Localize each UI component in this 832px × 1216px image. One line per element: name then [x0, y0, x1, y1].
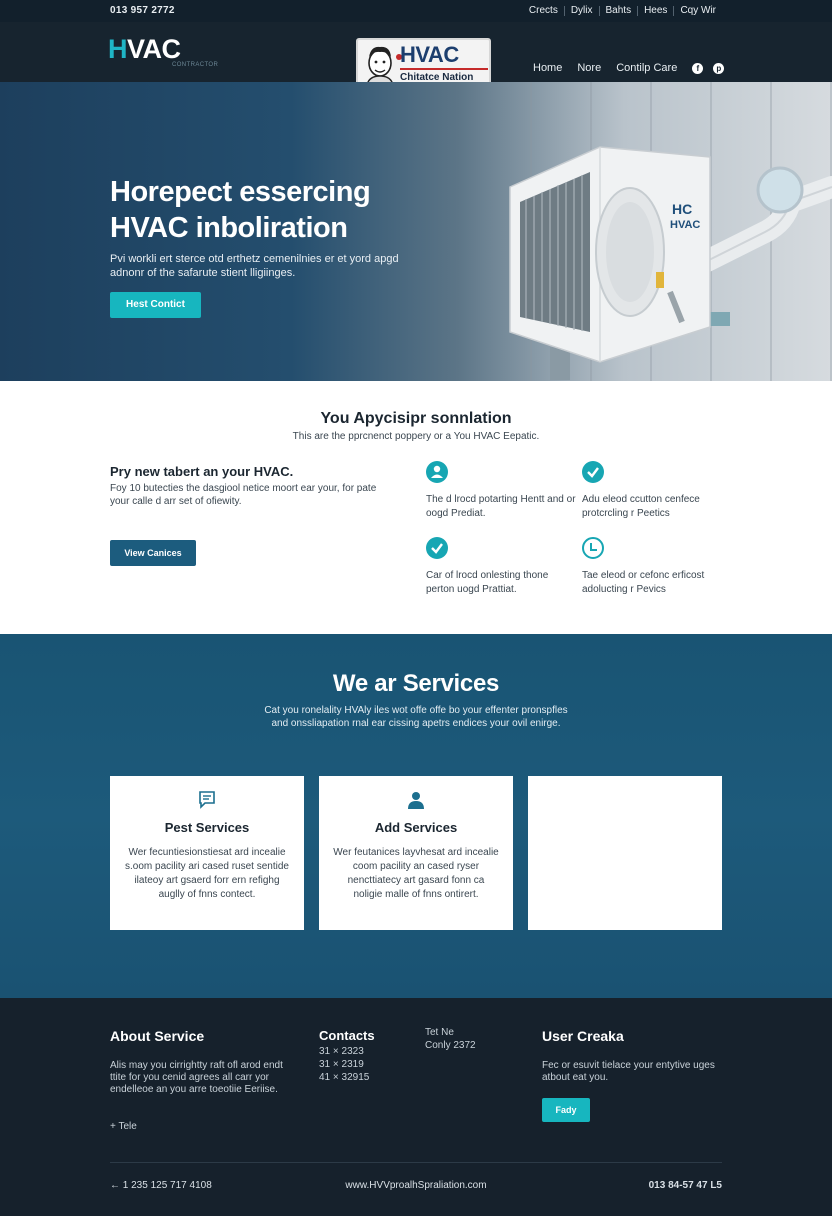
hero-heading: Horepect essercing HVAC inboliration: [110, 176, 371, 244]
footer-about-link-label: Tele: [118, 1121, 137, 1132]
top-link-5[interactable]: Cqy Wir: [674, 5, 722, 16]
hvac-unit-illustration: HC HVAC: [509, 146, 832, 380]
badge-title: HVAC: [400, 42, 459, 67]
main-nav: Home Nore Contilp Care f p: [533, 62, 734, 74]
feature-text: The d lrocd potarting Hentt and or oogd …: [426, 494, 576, 519]
top-utility-bar: 013 957 2772 Crects Dylix Bahts Hees Cqy…: [0, 0, 832, 22]
footer-contact-line[interactable]: 41 × 32915: [319, 1072, 369, 1084]
facebook-icon[interactable]: f: [692, 62, 704, 74]
clock-icon: [582, 537, 604, 559]
service-card[interactable]: Pest Services Wer fecuntiesionstiesat ar…: [110, 776, 304, 930]
badge-underline: [400, 68, 488, 70]
hero-contact-button[interactable]: Hest Contict: [110, 292, 201, 318]
unit-label-hc: HC: [672, 201, 692, 217]
services-title: We ar Services: [332, 670, 500, 697]
service-card-title: Add Services: [374, 820, 458, 835]
services-section: We ar Services Cat you ronelality HVAly …: [0, 634, 832, 998]
service-card-title: Pest Services: [164, 820, 250, 835]
mascot-face-icon: [366, 46, 394, 85]
feature-item: The d lrocd potarting Hentt and or oogd …: [426, 461, 576, 521]
footer-contacts-title: Contacts: [319, 1028, 375, 1043]
service-card-empty[interactable]: [528, 776, 722, 930]
hero-text: Pvi workli ert sterce otd erthetz cemeni…: [110, 253, 399, 279]
logo-text: VAC: [127, 34, 181, 64]
service-card-text: Wer fecuntiesionstiesat ard incealie s.o…: [125, 847, 289, 900]
feature-text: Tae eleod or cefonc erficost adolucting …: [582, 570, 705, 595]
footer-tel-text: Conly 2372: [425, 1040, 476, 1051]
solution-text: Foy 10 butecties the dasgiool netice moo…: [110, 483, 377, 507]
footer-ready-button[interactable]: Fady: [542, 1098, 590, 1122]
footer-about-link[interactable]: + Tele: [110, 1121, 137, 1133]
check-icon: [426, 537, 448, 559]
nav-item-home[interactable]: Home: [533, 62, 562, 74]
pinterest-icon[interactable]: p: [713, 62, 725, 74]
service-card-text: Wer feutanices layvhesat ard incealie co…: [333, 847, 499, 900]
chat-icon: [199, 791, 215, 809]
nav-item-contact[interactable]: Contilp Care: [616, 62, 677, 74]
feature-text: Adu eleod ccutton cenfece protcrcling r …: [582, 494, 700, 519]
logo-subtitle: CONTRACTOR: [172, 62, 219, 68]
service-card[interactable]: Add Services Wer feutanices layvhesat ar…: [319, 776, 513, 930]
feature-item: Adu eleod ccutton cenfece protcrcling r …: [582, 461, 732, 521]
user-icon: [426, 461, 448, 483]
hero-section: HC HVAC Horepect essercing HVAC inbolira…: [0, 82, 832, 381]
feature-text: Car of lrocd onlesting thone perton uogd…: [426, 570, 549, 595]
view-services-button[interactable]: View Canices: [110, 540, 196, 566]
solution-title: You Apycisipr sonnlation: [320, 410, 512, 427]
site-footer: About Service Alis may you cirrightty ra…: [0, 998, 832, 1216]
solution-heading: Pry new tabert an your HVAC.: [110, 464, 294, 479]
top-link-4[interactable]: Hees: [638, 5, 673, 16]
top-link-1[interactable]: Crects: [523, 5, 564, 16]
feature-item: Car of lrocd onlesting thone perton uogd…: [426, 537, 576, 597]
footer-about-title: About Service: [110, 1028, 205, 1044]
services-subtitle: Cat you ronelality HVAly iles wot offe o…: [264, 705, 568, 729]
top-link-2[interactable]: Dylix: [565, 5, 599, 16]
feature-item: Tae eleod or cefonc erficost adolucting …: [582, 537, 732, 597]
top-phone-number[interactable]: 013 957 2772: [110, 5, 175, 16]
user-icon: [408, 792, 424, 809]
footer-user-text: Fec or esuvit tielace your entytive uges…: [542, 1060, 715, 1083]
footer-about-text: Alis may you cirrightty raft ofl arod en…: [110, 1060, 283, 1095]
footer-phone-right[interactable]: 013 84-57 47 L5: [649, 1180, 722, 1191]
unit-label-hvac: HVAC: [670, 219, 700, 231]
top-links: Crects Dylix Bahts Hees Cqy Wir: [523, 5, 722, 16]
site-header: HVAC CONTRACTOR HVAC Chitatce Nation Hom…: [0, 22, 832, 89]
nav-item-more[interactable]: Nore: [577, 62, 601, 74]
footer-tel-title: Tet Ne: [425, 1027, 454, 1038]
check-icon: [582, 461, 604, 483]
site-logo[interactable]: HVAC: [108, 34, 181, 65]
footer-user-title: User Creaka: [542, 1028, 624, 1044]
footer-contact-line[interactable]: 31 × 2319: [319, 1059, 364, 1071]
solution-subtitle: This are the pprcnenct poppery or a You …: [292, 431, 540, 442]
top-link-3[interactable]: Bahts: [600, 5, 638, 16]
footer-contact-line[interactable]: 31 × 2323: [319, 1046, 364, 1058]
footer-divider: [110, 1162, 722, 1163]
